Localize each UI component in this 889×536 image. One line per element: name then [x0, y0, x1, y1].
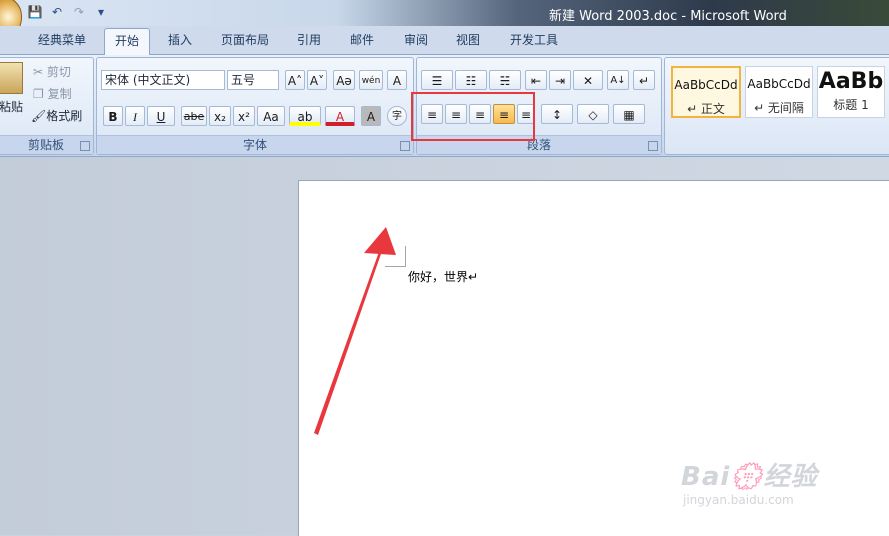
tab-home[interactable]: 开始: [104, 28, 151, 55]
arrow-shaft: [314, 249, 382, 435]
enclose-characters-button[interactable]: 字: [387, 106, 407, 126]
grow-font-button[interactable]: A˄: [285, 70, 305, 90]
style-heading-1-preview: AaBb: [818, 69, 884, 94]
tab-page-layout[interactable]: 页面布局: [221, 31, 269, 48]
title-bar: 💾 ↶ ↷ ▾ 新建 Word 2003.doc - Microsoft Wor…: [0, 0, 889, 38]
font-size-select[interactable]: 五号: [227, 70, 279, 90]
tab-mailings[interactable]: 邮件: [350, 31, 374, 48]
borders-button[interactable]: ▦: [613, 104, 645, 124]
cut-button[interactable]: ✂ 剪切: [33, 63, 71, 80]
format-painter-button[interactable]: 🖌格式刷: [31, 107, 82, 124]
font-color-button[interactable]: A: [325, 106, 355, 126]
copy-button[interactable]: ❐ 复制: [33, 85, 72, 102]
strikethrough-button[interactable]: abe: [181, 106, 207, 126]
font-name-select[interactable]: 宋体 (中文正文): [101, 70, 225, 90]
clipboard-group: 粘贴 ✂ 剪切 ❐ 复制 🖌格式刷 剪贴板: [0, 57, 94, 155]
style-normal-label: ↵ 正文: [687, 102, 725, 116]
format-painter-label: 格式刷: [46, 109, 83, 123]
tab-references[interactable]: 引用: [297, 31, 321, 48]
style-heading-1[interactable]: AaBb 标题 1: [817, 66, 885, 118]
style-normal-preview: AaBbCcDd: [674, 78, 738, 92]
paragraph-launcher-icon[interactable]: [648, 141, 658, 151]
subscript-button[interactable]: x₂: [209, 106, 231, 126]
style-normal[interactable]: AaBbCcDd ↵ 正文: [671, 66, 741, 118]
watermark-url: jingyan.baidu.com: [683, 493, 794, 507]
multilevel-list-button[interactable]: ☵: [489, 70, 521, 90]
superscript-button[interactable]: x²: [233, 106, 255, 126]
undo-icon[interactable]: ↶: [48, 3, 66, 21]
tab-review[interactable]: 审阅: [404, 31, 428, 48]
shrink-font-button[interactable]: A˅: [307, 70, 327, 90]
font-launcher-icon[interactable]: [400, 141, 410, 151]
character-border-button[interactable]: A: [387, 70, 407, 90]
tab-view[interactable]: 视图: [456, 31, 480, 48]
alignment-highlight-box: [411, 92, 535, 141]
customize-qat-icon[interactable]: ▾: [92, 3, 110, 21]
tab-classic-menu[interactable]: 经典菜单: [38, 31, 86, 48]
style-no-spacing[interactable]: AaBbCcDd ↵ 无间隔: [745, 66, 813, 118]
highlight-color-button[interactable]: ab: [289, 106, 321, 126]
save-icon[interactable]: 💾: [26, 3, 44, 21]
style-no-spacing-preview: AaBbCcDd: [747, 77, 811, 91]
watermark-brand: Bai💮经验: [681, 462, 818, 492]
font-group: 宋体 (中文正文) 五号 A˄ A˅ Aə wén A B I U abe x₂…: [96, 57, 414, 155]
annotation-arrow: [314, 227, 396, 435]
paste-button[interactable]: 粘贴: [0, 98, 23, 115]
arrow-head-icon: [364, 227, 396, 255]
phonetic-guide-button[interactable]: wén: [359, 70, 383, 90]
clipboard-launcher-icon[interactable]: [80, 141, 90, 151]
line-spacing-button[interactable]: ↕: [541, 104, 573, 124]
paste-icon[interactable]: [0, 62, 23, 94]
document-text[interactable]: 你好，世界↵: [408, 268, 478, 285]
baidu-watermark: Bai💮经验 jingyan.baidu.com: [681, 456, 818, 507]
change-case-button[interactable]: Aa: [257, 106, 285, 126]
underline-button[interactable]: U: [147, 106, 175, 126]
redo-icon[interactable]: ↷: [70, 3, 88, 21]
tab-insert[interactable]: 插入: [168, 31, 192, 48]
increase-indent-button[interactable]: ⇥: [549, 70, 571, 90]
style-heading-1-label: 标题 1: [833, 98, 869, 112]
italic-button[interactable]: I: [125, 106, 145, 126]
character-shading-button[interactable]: A: [361, 106, 381, 126]
style-no-spacing-label: ↵ 无间隔: [754, 101, 804, 115]
shading-button[interactable]: ◇: [577, 104, 609, 124]
show-marks-button[interactable]: ↵: [633, 70, 655, 90]
ribbon-tabs: 经典菜单 开始 插入 页面布局 引用 邮件 审阅 视图 开发工具: [0, 26, 889, 55]
bullets-button[interactable]: ☰: [421, 70, 453, 90]
cut-label: 剪切: [46, 65, 71, 79]
styles-group: AaBbCcDd ↵ 正文 AaBbCcDd ↵ 无间隔 AaBb 标题 1: [664, 57, 889, 155]
tab-developer[interactable]: 开发工具: [510, 31, 558, 48]
copy-label: 复制: [47, 87, 72, 101]
numbering-button[interactable]: ☷: [455, 70, 487, 90]
clear-format-button[interactable]: Aə: [333, 70, 355, 90]
bold-button[interactable]: B: [103, 106, 123, 126]
sort-button[interactable]: A↓: [607, 70, 629, 90]
decrease-indent-button[interactable]: ⇤: [525, 70, 547, 90]
chinese-layout-button[interactable]: ✕: [573, 70, 603, 90]
window-title: 新建 Word 2003.doc - Microsoft Word: [549, 9, 787, 24]
quick-access-toolbar: 💾 ↶ ↷ ▾: [26, 3, 110, 21]
font-group-label: 字体: [97, 135, 413, 154]
